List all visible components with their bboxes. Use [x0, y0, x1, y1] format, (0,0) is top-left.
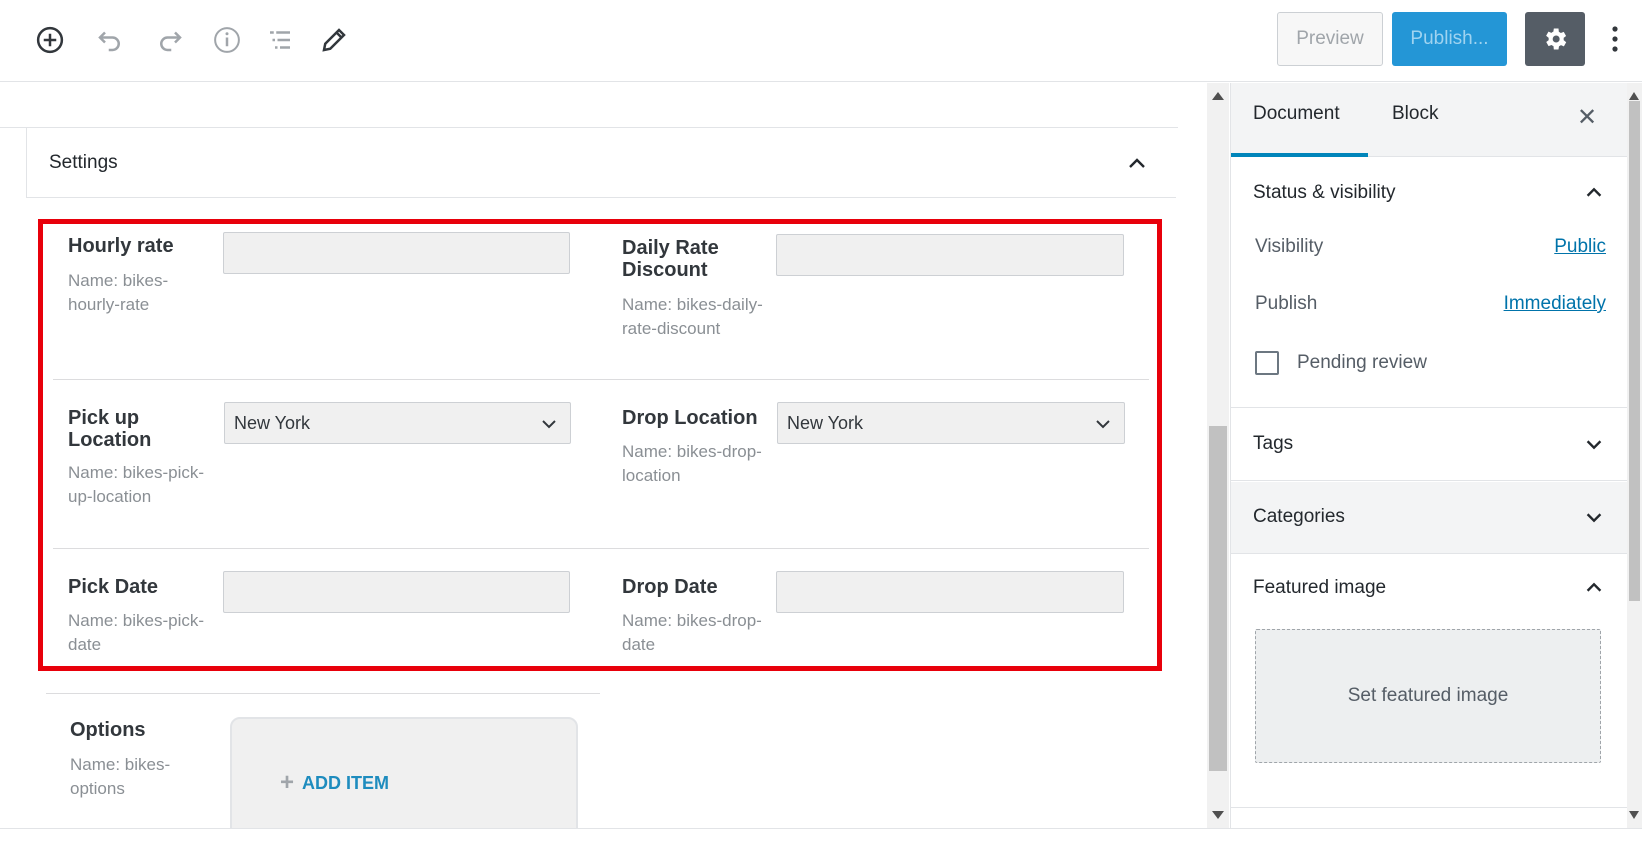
add-block-icon[interactable]	[30, 20, 70, 60]
options-repeater: + ADD ITEM	[230, 717, 578, 828]
pick-date-input[interactable]	[223, 571, 570, 613]
editor-toolbar: Preview Publish...	[0, 0, 1642, 82]
more-options-button[interactable]	[1600, 12, 1630, 66]
active-tab-indicator	[1231, 153, 1368, 157]
edit-pencil-icon[interactable]	[314, 20, 354, 60]
editor-content: Settings Hourly rate Name: bikes- hourly…	[0, 83, 1205, 828]
scrollbar-thumb[interactable]	[1209, 426, 1227, 771]
settings-sidebar: Document Block ✕ Status & visibility Vis…	[1230, 83, 1627, 828]
pick-up-location-name: Name: bikes-pick-	[68, 463, 205, 482]
daily-rate-discount-label: Daily Rate	[622, 237, 719, 259]
pick-date-name-cont: date	[68, 635, 102, 654]
categories-panel[interactable]: Categories	[1231, 482, 1627, 554]
drop-location-label: Drop Location	[622, 407, 758, 429]
drop-location-name-cont: location	[622, 466, 681, 485]
chevron-down-icon	[1586, 513, 1602, 523]
pick-up-location-value: New York	[234, 412, 311, 433]
publish-schedule-link[interactable]: Immediately	[1504, 293, 1606, 315]
categories-title: Categories	[1253, 506, 1345, 527]
drop-date-name: Name: bikes-drop-	[622, 611, 762, 630]
visibility-label: Visibility	[1255, 236, 1324, 257]
more-vertical-icon	[1612, 26, 1618, 52]
daily-rate-discount-input[interactable]	[776, 234, 1124, 276]
options-name-cont: options	[70, 779, 125, 798]
highlighted-field-group: Hourly rate Name: bikes- hourly-rate Dai…	[38, 219, 1162, 671]
preview-button[interactable]: Preview	[1277, 12, 1383, 66]
status-visibility-panel: Status & visibility Visibility Public Pu…	[1231, 158, 1627, 408]
redo-icon[interactable]	[150, 20, 190, 60]
add-item-label: ADD ITEM	[302, 772, 390, 793]
status-visibility-title[interactable]: Status & visibility	[1253, 182, 1396, 204]
row-divider	[53, 379, 1149, 380]
drop-date-input[interactable]	[776, 571, 1124, 613]
drop-date-label: Drop Date	[622, 576, 718, 598]
plus-icon: +	[280, 769, 295, 796]
daily-rate-discount-name: Name: bikes-daily-	[622, 295, 763, 314]
hourly-rate-name-cont: hourly-rate	[68, 295, 150, 314]
chevron-down-icon	[1586, 440, 1602, 450]
divider	[46, 693, 600, 694]
close-icon[interactable]: ✕	[1577, 103, 1597, 132]
featured-image-title[interactable]: Featured image	[1253, 577, 1386, 599]
hourly-rate-label: Hourly rate	[68, 235, 174, 257]
chevron-down-icon	[1096, 420, 1110, 429]
daily-rate-discount-label-cont: Discount	[622, 259, 708, 281]
settings-title: Settings	[49, 152, 118, 173]
tags-panel[interactable]: Tags	[1231, 409, 1627, 481]
pending-review-label[interactable]: Pending review	[1297, 352, 1427, 374]
tab-document[interactable]: Document	[1253, 103, 1340, 125]
pending-review-checkbox[interactable]	[1255, 351, 1279, 375]
scrollbar-thumb[interactable]	[1629, 101, 1640, 601]
chevron-up-icon[interactable]	[1583, 577, 1605, 599]
sidebar-tabs: Document Block ✕	[1231, 83, 1627, 157]
pick-up-location-select[interactable]: New York	[224, 402, 571, 444]
publish-button[interactable]: Publish...	[1392, 12, 1507, 66]
visibility-link[interactable]: Public	[1554, 236, 1606, 258]
options-name: Name: bikes-	[70, 755, 171, 774]
drop-location-select[interactable]: New York	[777, 402, 1125, 444]
tab-block[interactable]: Block	[1392, 103, 1438, 125]
pick-up-location-name-cont: up-location	[68, 487, 152, 506]
pick-date-label: Pick Date	[68, 576, 159, 598]
scroll-down-arrow-icon[interactable]	[1212, 811, 1224, 819]
options-label: Options	[70, 719, 146, 741]
chevron-down-icon	[542, 420, 556, 429]
hourly-rate-input[interactable]	[223, 232, 570, 274]
info-icon[interactable]	[207, 20, 247, 60]
chevron-up-icon[interactable]	[1125, 152, 1149, 176]
scroll-down-arrow-icon[interactable]	[1629, 811, 1639, 819]
settings-metabox-header[interactable]: Settings	[26, 128, 1176, 198]
hourly-rate-name: Name: bikes-	[68, 271, 169, 290]
scroll-up-arrow-icon[interactable]	[1629, 92, 1639, 100]
chevron-up-icon[interactable]	[1583, 182, 1605, 204]
daily-rate-discount-name-cont: rate-discount	[622, 319, 721, 338]
gear-icon	[1546, 28, 1567, 50]
pick-up-location-label-cont: Location	[68, 429, 152, 451]
pick-date-name: Name: bikes-pick-	[68, 611, 205, 630]
undo-icon[interactable]	[90, 20, 130, 60]
set-featured-image-button[interactable]: Set featured image	[1255, 629, 1601, 763]
editor-scrollbar[interactable]	[1207, 83, 1229, 828]
publish-label: Publish	[1255, 293, 1318, 314]
settings-toggle-button[interactable]	[1525, 12, 1585, 66]
divider	[1231, 807, 1627, 808]
pick-up-location-label: Pick up	[68, 407, 140, 429]
tags-title: Tags	[1253, 433, 1294, 454]
drop-location-value: New York	[787, 412, 864, 433]
drop-date-name-cont: date	[622, 635, 656, 654]
scroll-up-arrow-icon[interactable]	[1212, 92, 1224, 100]
sidebar-scrollbar[interactable]	[1627, 83, 1642, 828]
row-divider	[53, 548, 1149, 549]
block-navigation-icon[interactable]	[260, 20, 300, 60]
footer-strip	[0, 828, 1642, 841]
drop-location-name: Name: bikes-drop-	[622, 442, 762, 461]
add-item-button[interactable]: + ADD ITEM	[280, 769, 389, 797]
